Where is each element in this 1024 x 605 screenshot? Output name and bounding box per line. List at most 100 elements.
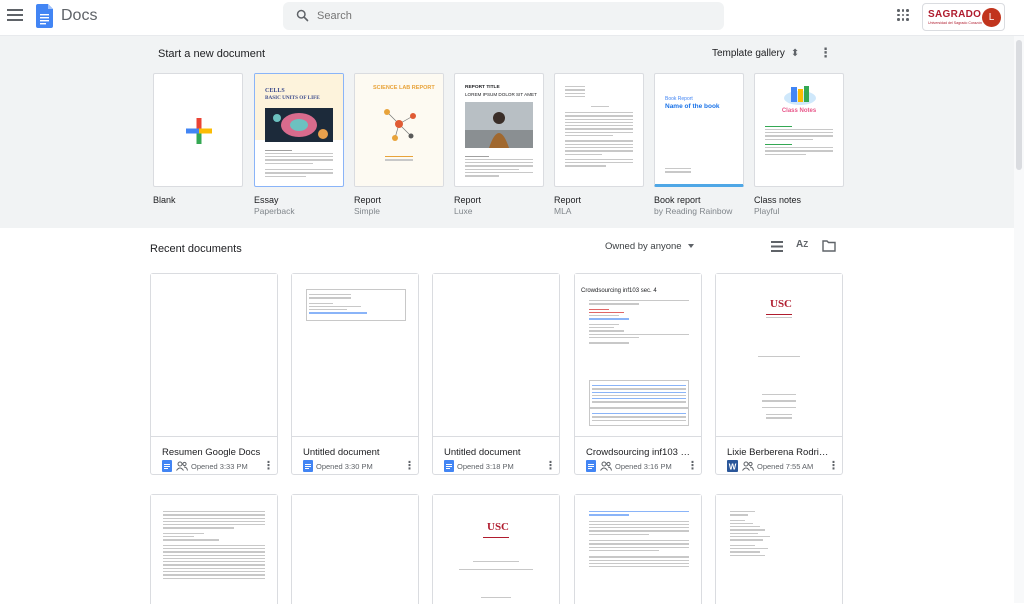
template-report-mla[interactable]: Report MLA	[554, 73, 644, 216]
template-essay[interactable]: CELLS BASIC UNITS OF LIFE Essay Paperbac…	[254, 73, 344, 216]
doc-title: Lixie Berberena Rodrigue...	[727, 447, 832, 458]
book-thumb-title: Name of the book	[665, 103, 720, 110]
template-section: Start a new document Template gallery ⬍ ⋮…	[0, 36, 1014, 228]
search-bar[interactable]	[283, 2, 724, 30]
template-report-simple[interactable]: SCIENCE LAB REPORT Report Simple	[354, 73, 444, 216]
template-subname: Luxe	[454, 206, 473, 216]
crowd-preview-title: Crowdsourcing inf103 sec. 4	[581, 288, 657, 294]
traveler-photo	[465, 102, 533, 148]
app-title[interactable]: Docs	[61, 7, 97, 25]
google-apps-icon[interactable]	[897, 9, 909, 21]
doc-more-options-icon[interactable]: ⋮	[404, 459, 415, 472]
luxe-thumb-subtitle: LOREM IPSUM DOLOR SIT AMET	[465, 92, 537, 97]
scrollbar-thumb[interactable]	[1016, 40, 1022, 170]
book-thumb-label: Book Report	[665, 96, 693, 102]
doc-preview[interactable]	[575, 495, 701, 605]
template-book-report[interactable]: Book Report Name of the book Book report…	[654, 73, 744, 216]
more-options-icon[interactable]: ⋮	[819, 45, 832, 61]
brand-logo-text: SAGRADO	[928, 9, 982, 20]
list-view-icon[interactable]	[771, 241, 783, 252]
doc-more-options-icon[interactable]: ⋮	[828, 459, 839, 472]
simple-thumb-title: SCIENCE LAB REPORT	[373, 85, 435, 91]
doc-preview[interactable]	[433, 274, 559, 437]
doc-preview[interactable]: Crowdsourcing inf103 sec. 4	[575, 274, 701, 437]
doc-preview[interactable]	[151, 495, 277, 605]
template-thumbnail[interactable]: SCIENCE LAB REPORT	[354, 73, 444, 187]
doc-more-options-icon[interactable]: ⋮	[687, 459, 698, 472]
doc-preview[interactable]: USC	[433, 495, 559, 605]
docs-file-icon	[303, 460, 313, 472]
template-blank[interactable]: Blank	[153, 73, 243, 205]
template-thumbnail[interactable]: REPORT TITLE LOREM IPSUM DOLOR SIT AMET	[454, 73, 544, 187]
template-subname: MLA	[554, 206, 572, 216]
doc-meta: Opened 3:18 PM	[444, 460, 514, 472]
avatar[interactable]: L	[982, 8, 1001, 27]
account-switcher[interactable]: SAGRADO Universidad del Sagrado Corazón …	[922, 3, 1005, 31]
template-report-luxe[interactable]: REPORT TITLE LOREM IPSUM DOLOR SIT AMET …	[454, 73, 544, 216]
template-name: Class notes	[754, 195, 802, 205]
doc-meta: Opened 3:33 PM	[162, 460, 248, 472]
template-gallery-label: Template gallery	[712, 48, 785, 59]
doc-title: Crowdsourcing inf103 se...	[586, 447, 691, 458]
doc-more-options-icon[interactable]: ⋮	[545, 459, 556, 472]
search-input[interactable]	[317, 2, 707, 30]
doc-meta: Opened 3:16 PM	[586, 460, 672, 472]
template-subname: Playful	[754, 206, 780, 216]
owner-filter-dropdown[interactable]: Owned by anyone	[605, 241, 694, 252]
template-thumbnail[interactable]	[554, 73, 644, 187]
template-name: Report	[454, 195, 482, 205]
recent-doc-card[interactable]: USC Lixie Berberena Rodrigue... W Opened…	[715, 273, 843, 475]
template-name: Report	[554, 195, 582, 205]
search-icon[interactable]	[295, 8, 310, 23]
template-thumbnail[interactable]: Class Notes	[754, 73, 844, 187]
recent-doc-card[interactable]	[715, 494, 843, 605]
notes-thumb-title: Class Notes	[781, 108, 817, 114]
usc-seal-icon: USC	[770, 298, 793, 310]
word-file-icon: W	[727, 460, 738, 472]
doc-title: Resumen Google Docs	[162, 447, 261, 458]
top-bar: Docs SAGRADO Universidad del Sagrado Cor…	[0, 0, 1024, 36]
template-gallery-button[interactable]: Template gallery ⬍	[712, 48, 799, 59]
recent-doc-card[interactable]: Resumen Google Docs Opened 3:33 PM ⋮	[150, 273, 278, 475]
main-menu-icon[interactable]	[7, 9, 23, 23]
docs-logo-icon[interactable]	[36, 4, 53, 28]
doc-opened-time: Opened 3:16 PM	[615, 461, 672, 471]
doc-meta: W Opened 7:55 AM	[727, 460, 813, 472]
template-thumbnail[interactable]: Book Report Name of the book	[654, 73, 744, 187]
shared-people-icon	[742, 461, 754, 471]
docs-file-icon	[162, 460, 172, 472]
recent-doc-card[interactable]: Untitled document Opened 3:30 PM ⋮	[291, 273, 419, 475]
sort-az-icon[interactable]: AZ	[796, 239, 808, 250]
doc-opened-time: Opened 3:30 PM	[316, 461, 373, 471]
recent-doc-card[interactable]: USC	[432, 494, 560, 605]
doc-preview[interactable]: USC	[716, 274, 842, 437]
doc-preview[interactable]	[151, 274, 277, 437]
doc-preview[interactable]	[716, 495, 842, 605]
usc-seal-icon: USC	[487, 521, 510, 533]
doc-more-options-icon[interactable]: ⋮	[263, 459, 274, 472]
template-name: Blank	[153, 195, 176, 205]
recent-doc-card[interactable]: Crowdsourcing inf103 sec. 4 Crowdsourcin…	[574, 273, 702, 475]
recent-doc-card[interactable]	[291, 494, 419, 605]
doc-preview[interactable]	[292, 274, 418, 437]
doc-meta: Opened 3:30 PM	[303, 460, 373, 472]
cell-illustration	[265, 108, 333, 142]
template-subname: by Reading Rainbow	[654, 206, 733, 216]
page-scrollbar[interactable]	[1014, 36, 1024, 603]
owner-filter-label: Owned by anyone	[605, 241, 682, 252]
recent-doc-card[interactable]	[150, 494, 278, 605]
shared-people-icon	[600, 461, 612, 471]
template-thumbnail[interactable]	[153, 73, 243, 187]
template-thumbnail[interactable]: CELLS BASIC UNITS OF LIFE	[254, 73, 344, 187]
doc-preview[interactable]	[292, 495, 418, 605]
doc-title: Untitled document	[303, 447, 380, 458]
folder-icon[interactable]	[822, 240, 836, 252]
books-illustration	[784, 86, 816, 105]
start-new-heading: Start a new document	[158, 48, 266, 60]
template-class-notes[interactable]: Class Notes Class notes Playful	[754, 73, 844, 216]
svg-text:W: W	[729, 463, 737, 472]
recent-doc-card[interactable]	[574, 494, 702, 605]
recent-doc-card[interactable]: Untitled document Opened 3:18 PM ⋮	[432, 273, 560, 475]
template-name: Report	[354, 195, 382, 205]
docs-file-icon	[444, 460, 454, 472]
